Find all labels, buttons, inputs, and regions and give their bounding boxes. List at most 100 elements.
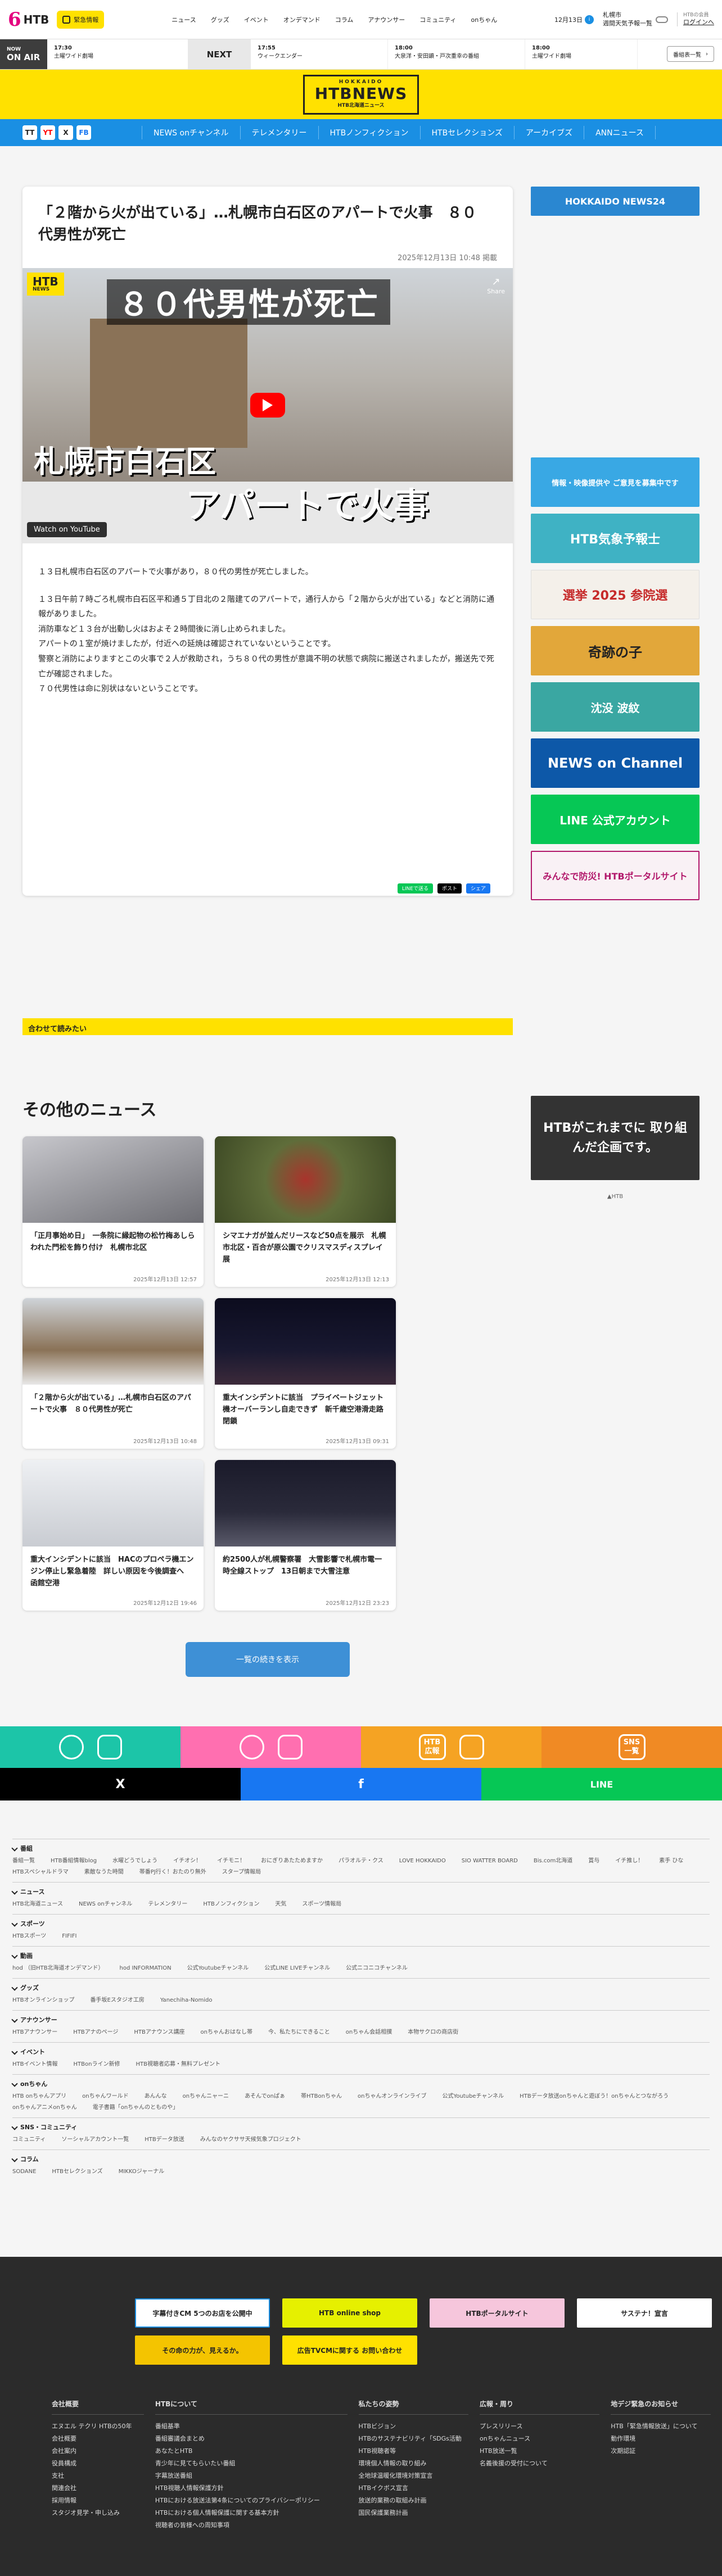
sitemap-section-title[interactable]: onちゃん [12, 2079, 710, 2088]
sitemap-link[interactable]: SIO WATTER BOARD [462, 1857, 518, 1865]
sitemap-section-title[interactable]: SNS・コミュニティ [12, 2123, 710, 2131]
sitemap-link[interactable]: 天気 [275, 1901, 286, 1908]
sitemap-section-title[interactable]: 番組 [12, 1844, 710, 1853]
band-item-onchan[interactable] [0, 1726, 180, 1768]
footer-link[interactable]: 全地球温暖化環境対策宣言 [359, 2470, 469, 2482]
sitemap-link[interactable]: 電子書籍「onちゃんのとものや」 [93, 2104, 178, 2112]
footer-link[interactable]: 採用情報 [52, 2495, 144, 2507]
sitemap-section-title[interactable]: ニュース [12, 1887, 710, 1896]
ad-weather-forecaster[interactable]: HTB気象予報士 [531, 514, 700, 563]
htb-logo[interactable]: 6 HTB [8, 8, 49, 31]
sitemap-link[interactable]: HTB北海道ニュース [12, 1901, 63, 1908]
date-badge[interactable]: 12月13日 i [554, 15, 594, 24]
sitemap-section-title[interactable]: イベント [12, 2047, 710, 2056]
sitemap-link[interactable]: SODANE [12, 2168, 36, 2176]
footer-link[interactable]: 関連会社 [52, 2482, 144, 2495]
top-nav-announcer[interactable]: アナウンサー [368, 15, 405, 24]
ad-news24[interactable]: HOKKAIDO NEWS24 [531, 187, 700, 216]
nav-htb-selections[interactable]: HTBセレクションズ [419, 126, 514, 139]
footer-link[interactable]: 役員構成 [52, 2457, 144, 2470]
footer-link[interactable]: HTBビジョン [359, 2420, 469, 2433]
ad-line-official[interactable]: LINE 公式アカウント [531, 795, 700, 844]
sitemap-link[interactable]: おにぎりあたためますか [261, 1857, 323, 1865]
sitemap-link[interactable]: HTBノンフィクション [203, 1901, 259, 1908]
sitemap-link[interactable]: Bis.com北海道 [534, 1857, 572, 1865]
footer-link[interactable]: あなたとHTB [155, 2445, 348, 2457]
nav-ann-news[interactable]: ANNニュース [584, 126, 656, 139]
sitemap-link[interactable]: 帯番PJ行く！おたのり無外 [139, 1868, 206, 1876]
sitemap-link[interactable]: ソーシャルアカウント一覧 [61, 2136, 129, 2144]
footer-link[interactable]: 番組審議会まとめ [155, 2433, 348, 2445]
sitemap-section-title[interactable]: 動画 [12, 1951, 710, 1960]
sitemap-link[interactable]: 番組一覧 [12, 1857, 35, 1865]
sitemap-link[interactable]: スポーツ情報局 [302, 1901, 341, 1908]
sitemap-link[interactable]: HTBアナウンサー [12, 2029, 57, 2037]
sitemap-link[interactable]: HTBデータ放送 [145, 2136, 184, 2144]
sitemap-link[interactable]: 公式Youtubeチャンネル [442, 2093, 504, 2101]
sitemap-link[interactable]: HTBアナウンス講座 [134, 2029, 184, 2037]
sitemap-link[interactable]: テレメンタリー [148, 1901, 187, 1908]
footer-banner[interactable]: 広告TVCMに関する お問い合わせ [282, 2335, 417, 2365]
footer-link[interactable]: HTBイクボス宣言 [359, 2482, 469, 2495]
x-post-button[interactable]: ポスト [437, 883, 462, 894]
footer-link[interactable]: 番組基準 [155, 2420, 348, 2433]
sitemap-link[interactable]: HTBセレクションズ [52, 2168, 102, 2176]
play-icon[interactable] [250, 393, 285, 418]
footer-link[interactable]: 支社 [52, 2470, 144, 2482]
footer-link[interactable]: 名義後援の受付について [480, 2457, 599, 2470]
sitemap-link[interactable]: onちゃんアニメonちゃん [12, 2104, 77, 2112]
ad-news-on-channel[interactable]: NEWS on Channel [531, 738, 700, 788]
share-x-button[interactable]: X [0, 1768, 241, 1801]
htb-news-logo[interactable]: HOKKAIDO HTBNEWS HTB北海道ニュース [303, 74, 419, 115]
nav-news-on-channel[interactable]: NEWS onチャンネル [142, 126, 240, 139]
sitemap-link[interactable]: あんんな [145, 2093, 167, 2101]
tv-schedule-button[interactable]: 番組表一覧 › [667, 46, 714, 62]
footer-link[interactable]: HTB放送一覧 [480, 2445, 599, 2457]
footer-banner[interactable]: HTB online shop [282, 2298, 417, 2328]
video-player[interactable]: HTB NEWS ８０代男性が死亡 ↗ Share 札幌市白石区 アパートで火事… [22, 268, 513, 543]
footer-link[interactable]: HTBのサステナビリティ「SDGs活動 [359, 2433, 469, 2445]
sitemap-link[interactable]: イチモニ！ [217, 1857, 245, 1865]
sitemap-link[interactable]: みんなのヤクササ天候気象プロジェクト [200, 2136, 301, 2144]
sitemap-section-title[interactable]: コラム [12, 2155, 710, 2164]
sitemap-link[interactable]: 公式Youtubeチャンネル [187, 1965, 249, 1972]
sitemap-link[interactable]: コミュニティ [12, 2136, 46, 2144]
watch-on-youtube[interactable]: Watch on YouTube [27, 522, 107, 537]
footer-link[interactable]: HTB視聴人情報保護方針 [155, 2482, 348, 2495]
sitemap-link[interactable]: HTBonライン新修 [74, 2061, 120, 2069]
ad-sinking[interactable]: 沈没 波紋 [531, 682, 700, 732]
next-program-2[interactable]: 18:00 大泉洋・安田顕・戸次重幸の番組 [388, 39, 525, 69]
top-nav-events[interactable]: イベント [244, 15, 269, 24]
footer-link[interactable]: onちゃんニュース [480, 2433, 599, 2445]
load-more-button[interactable]: 一覧の続きを表示 [186, 1642, 350, 1677]
ad-miracle-child[interactable]: 奇跡の子 [531, 626, 700, 675]
news-card[interactable]: シマエナガが並んだリースなど50点を展示 札幌市北区・百合が原公園でクリスマスデ… [215, 1136, 396, 1287]
ad-info-submission[interactable]: 情報・映像提供や ご意見を募集中です [531, 457, 700, 507]
sitemap-link[interactable]: HTBスペシャルドラマ [12, 1868, 69, 1876]
sitemap-link[interactable]: 今、私たちにできること [268, 2029, 330, 2037]
footer-link[interactable]: スタジオ見学・申し込み [52, 2507, 144, 2519]
sitemap-link[interactable]: 番手坂Eスタジオ工房 [91, 1997, 145, 2004]
footer-banner[interactable]: サステナ！宣言 [577, 2298, 712, 2328]
news-card[interactable]: 「正月事始め日」 一条院に縁起物の松竹梅あしらわれた門松を飾り付け 札幌市北区 … [22, 1136, 204, 1287]
sitemap-link[interactable]: NEWS onチャンネル [79, 1901, 132, 1908]
nav-htb-nonfiction[interactable]: HTBノンフィクション [318, 126, 420, 139]
news-card[interactable]: 重大インシデントに該当 HACのプロペラ機エンジン停止し緊急着陸 詳しい原因を今… [22, 1460, 204, 1611]
footer-link[interactable]: 会社概要 [52, 2433, 144, 2445]
footer-link[interactable]: 放送的業務の取組み計画 [359, 2495, 469, 2507]
login-link[interactable]: HTBの会員 ログインへ [677, 12, 714, 27]
htb-projects-link[interactable]: ▲HTB [607, 1194, 623, 1200]
footer-link[interactable]: 視聴者の皆様への周知事項 [155, 2519, 348, 2532]
top-nav-column[interactable]: コラム [335, 15, 354, 24]
tiktok-icon[interactable]: TT [22, 125, 37, 140]
next-program-1[interactable]: 17:55 ウィークエンダー [251, 39, 388, 69]
sitemap-link[interactable]: HTBイベント情報 [12, 2061, 58, 2069]
sitemap-link[interactable]: 賞与 [588, 1857, 599, 1865]
youtube-icon[interactable]: YT [40, 125, 55, 140]
sitemap-link[interactable]: HTBデータ放送onちゃんと遊ぼう！onちゃんとつながろう [520, 2093, 669, 2101]
sitemap-link[interactable]: LOVE HOKKAIDO [399, 1857, 446, 1865]
footer-link[interactable]: 字幕放送番組 [155, 2470, 348, 2482]
footer-link[interactable]: HTB視聴者等 [359, 2445, 469, 2457]
sitemap-link[interactable]: HTBスポーツ [12, 1933, 46, 1940]
sitemap-link[interactable]: onちゃん会話相撲 [346, 2029, 392, 2037]
